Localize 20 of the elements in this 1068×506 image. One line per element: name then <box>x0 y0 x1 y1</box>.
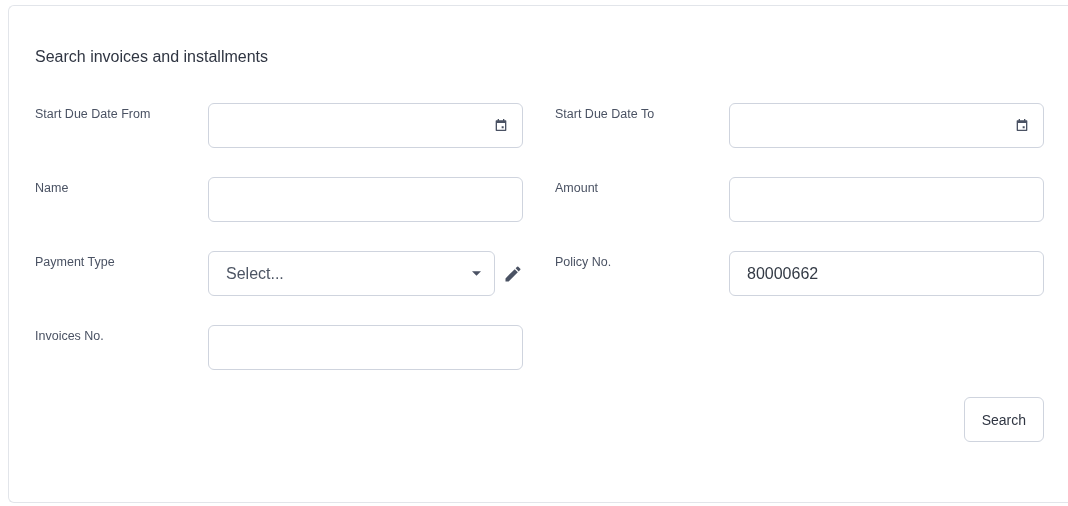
field-label: Payment Type <box>35 254 116 271</box>
field-label: Start Due Date From <box>35 106 152 123</box>
date-field[interactable] <box>208 103 523 148</box>
input-field[interactable] <box>208 325 523 370</box>
field-label: Policy No. <box>555 254 613 271</box>
date-field[interactable] <box>729 103 1044 148</box>
input-field[interactable]: 80000662 <box>729 251 1044 296</box>
input-field[interactable] <box>208 177 523 222</box>
search-button[interactable]: Search <box>963 397 1044 442</box>
field-label: Name <box>35 180 70 197</box>
form-title: Search invoices and installments <box>35 48 269 66</box>
calendar-icon[interactable] <box>493 117 509 133</box>
calendar-icon[interactable] <box>1014 117 1030 133</box>
input-field[interactable] <box>729 177 1044 222</box>
field-label: Amount <box>555 180 600 197</box>
pencil-icon[interactable] <box>503 263 523 284</box>
caret-icon <box>472 271 481 276</box>
field-label: Invoices No. <box>35 328 105 345</box>
field-label: Start Due Date To <box>555 106 656 123</box>
select-dropdown[interactable]: Select... <box>208 251 495 296</box>
